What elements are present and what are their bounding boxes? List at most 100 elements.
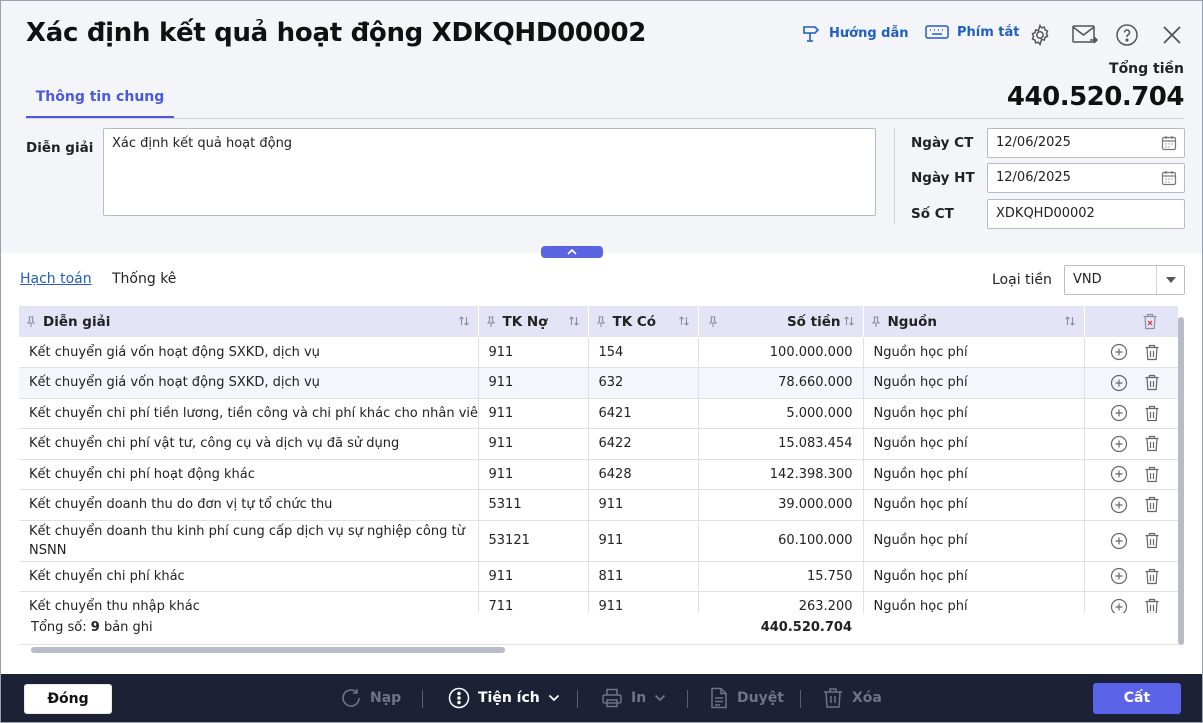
cell-source[interactable]: Nguồn học phí: [863, 398, 1085, 429]
cell-description[interactable]: Kết chuyển doanh thu kinh phí cung cấp d…: [19, 520, 479, 562]
cell-debit[interactable]: 711: [478, 591, 589, 613]
cell-amount[interactable]: 142.398.300: [698, 459, 864, 490]
sort-icon[interactable]: [568, 315, 580, 327]
cell-source[interactable]: Nguồn học phí: [863, 367, 1085, 399]
col-header-source[interactable]: Nguồn: [863, 306, 1085, 337]
cell-description[interactable]: Kết chuyển thu nhập khác: [19, 591, 479, 613]
tab-general-info[interactable]: Thông tin chung: [26, 81, 174, 119]
cell-description[interactable]: Kết chuyển chi phí vật tư, công cụ và dị…: [19, 428, 479, 460]
cell-description[interactable]: Kết chuyển chi phí hoạt động khác: [19, 459, 479, 490]
cell-credit[interactable]: 911: [588, 591, 699, 613]
trash-icon[interactable]: [1144, 435, 1160, 452]
add-row-icon[interactable]: [1110, 374, 1128, 392]
trash-icon[interactable]: [1144, 374, 1160, 391]
cell-debit[interactable]: 911: [478, 428, 589, 460]
cell-description[interactable]: Kết chuyển doanh thu do đơn vị tự tổ chứ…: [19, 489, 479, 521]
cell-source[interactable]: Nguồn học phí: [863, 520, 1085, 562]
add-row-icon[interactable]: [1110, 404, 1128, 422]
cell-debit[interactable]: 911: [478, 561, 589, 592]
sort-icon[interactable]: [678, 315, 690, 327]
add-row-icon[interactable]: [1110, 435, 1128, 453]
so-ct-field[interactable]: XDKQHD00002: [987, 199, 1185, 229]
shortcut-button[interactable]: Phím tắt: [925, 23, 1020, 41]
reload-button[interactable]: Nạp: [340, 687, 401, 709]
cell-description[interactable]: Kết chuyển chi phí tiền lương, tiền công…: [19, 398, 479, 429]
table-row[interactable]: Kết chuyển chi phí hoạt động khác 911 64…: [19, 459, 1178, 490]
cell-debit[interactable]: 911: [478, 459, 589, 490]
print-button[interactable]: In: [601, 687, 666, 709]
table-row[interactable]: Kết chuyển chi phí khác 911 811 15.750 N…: [19, 561, 1178, 592]
table-row[interactable]: Kết chuyển thu nhập khác 711 911 263.200…: [19, 591, 1178, 613]
table-row[interactable]: Kết chuyển giá vốn hoạt động SXKD, dịch …: [19, 337, 1178, 368]
trash-icon[interactable]: [1144, 598, 1160, 613]
cell-credit[interactable]: 6421: [588, 398, 699, 429]
cell-debit[interactable]: 911: [478, 367, 589, 399]
col-header-description[interactable]: Diễn giải: [19, 306, 479, 337]
sort-icon[interactable]: [843, 315, 855, 327]
trash-icon[interactable]: [1144, 466, 1160, 483]
cell-amount[interactable]: 15.750: [698, 561, 864, 592]
add-row-icon[interactable]: [1110, 343, 1128, 361]
add-row-icon[interactable]: [1110, 496, 1128, 514]
cell-source[interactable]: Nguồn học phí: [863, 428, 1085, 460]
add-row-icon[interactable]: [1110, 532, 1128, 550]
add-row-icon[interactable]: [1110, 567, 1128, 585]
delete-button[interactable]: Xóa: [822, 687, 882, 709]
pin-icon[interactable]: [596, 315, 605, 328]
sort-icon[interactable]: [458, 315, 470, 327]
table-row[interactable]: Kết chuyển chi phí tiền lương, tiền công…: [19, 398, 1178, 429]
add-row-icon[interactable]: [1110, 465, 1128, 483]
trash-icon[interactable]: [1144, 405, 1160, 422]
table-row[interactable]: Kết chuyển giá vốn hoạt động SXKD, dịch …: [19, 367, 1178, 399]
cell-source[interactable]: Nguồn học phí: [863, 337, 1085, 368]
cell-amount[interactable]: 78.660.000: [698, 367, 864, 399]
cell-amount[interactable]: 60.100.000: [698, 520, 864, 562]
settings-button[interactable]: [1028, 23, 1054, 49]
cell-debit[interactable]: 911: [478, 337, 589, 368]
calendar-icon[interactable]: [1161, 135, 1177, 151]
cell-amount[interactable]: 5.000.000: [698, 398, 864, 429]
cell-amount[interactable]: 100.000.000: [698, 337, 864, 368]
table-row[interactable]: Kết chuyển doanh thu kinh phí cung cấp d…: [19, 520, 1178, 562]
pin-icon[interactable]: [871, 315, 880, 328]
cell-source[interactable]: Nguồn học phí: [863, 591, 1085, 613]
utility-menu-button[interactable]: Tiện ích: [448, 687, 560, 709]
email-button[interactable]: [1071, 23, 1099, 49]
tab-accounting[interactable]: Hạch toán: [20, 271, 92, 287]
pin-icon[interactable]: [486, 315, 495, 328]
cell-credit[interactable]: 632: [588, 367, 699, 399]
date-ct-field[interactable]: 12/06/2025: [987, 128, 1185, 158]
trash-icon[interactable]: [1144, 496, 1160, 513]
cell-credit[interactable]: 6422: [588, 428, 699, 460]
close-window-button[interactable]: [1160, 23, 1186, 49]
approve-button[interactable]: Duyệt: [709, 687, 784, 709]
cell-debit[interactable]: 53121: [478, 520, 589, 562]
table-row[interactable]: Kết chuyển doanh thu do đơn vị tự tổ chứ…: [19, 489, 1178, 521]
description-textarea[interactable]: Xác định kết quả hoạt động: [103, 128, 876, 216]
calendar-icon[interactable]: [1161, 170, 1177, 186]
date-ht-field[interactable]: 12/06/2025: [987, 163, 1185, 193]
cell-source[interactable]: Nguồn học phí: [863, 459, 1085, 490]
close-button[interactable]: Đóng: [24, 684, 112, 714]
col-header-credit[interactable]: TK Có: [588, 306, 699, 337]
col-header-amount[interactable]: Số tiền: [698, 306, 864, 337]
cell-credit[interactable]: 911: [588, 489, 699, 521]
cell-debit[interactable]: 5311: [478, 489, 589, 521]
cell-amount[interactable]: 39.000.000: [698, 489, 864, 521]
cell-debit[interactable]: 911: [478, 398, 589, 429]
delete-all-icon[interactable]: [1142, 313, 1158, 330]
save-button[interactable]: Cất: [1093, 683, 1181, 714]
sort-icon[interactable]: [1064, 315, 1076, 327]
cell-description[interactable]: Kết chuyển chi phí khác: [19, 561, 479, 592]
vertical-scroll-thumb[interactable]: [1178, 317, 1184, 645]
collapse-header-button[interactable]: [541, 246, 603, 258]
pin-icon[interactable]: [27, 315, 35, 328]
currency-select[interactable]: VND: [1064, 265, 1185, 295]
dropdown-arrow[interactable]: [1156, 266, 1184, 294]
trash-icon[interactable]: [1144, 568, 1160, 585]
col-header-debit[interactable]: TK Nợ: [478, 306, 589, 337]
cell-description[interactable]: Kết chuyển giá vốn hoạt động SXKD, dịch …: [19, 367, 479, 399]
cell-description[interactable]: Kết chuyển giá vốn hoạt động SXKD, dịch …: [19, 337, 479, 368]
cell-credit[interactable]: 6428: [588, 459, 699, 490]
guide-button[interactable]: Hướng dẫn: [801, 23, 909, 43]
